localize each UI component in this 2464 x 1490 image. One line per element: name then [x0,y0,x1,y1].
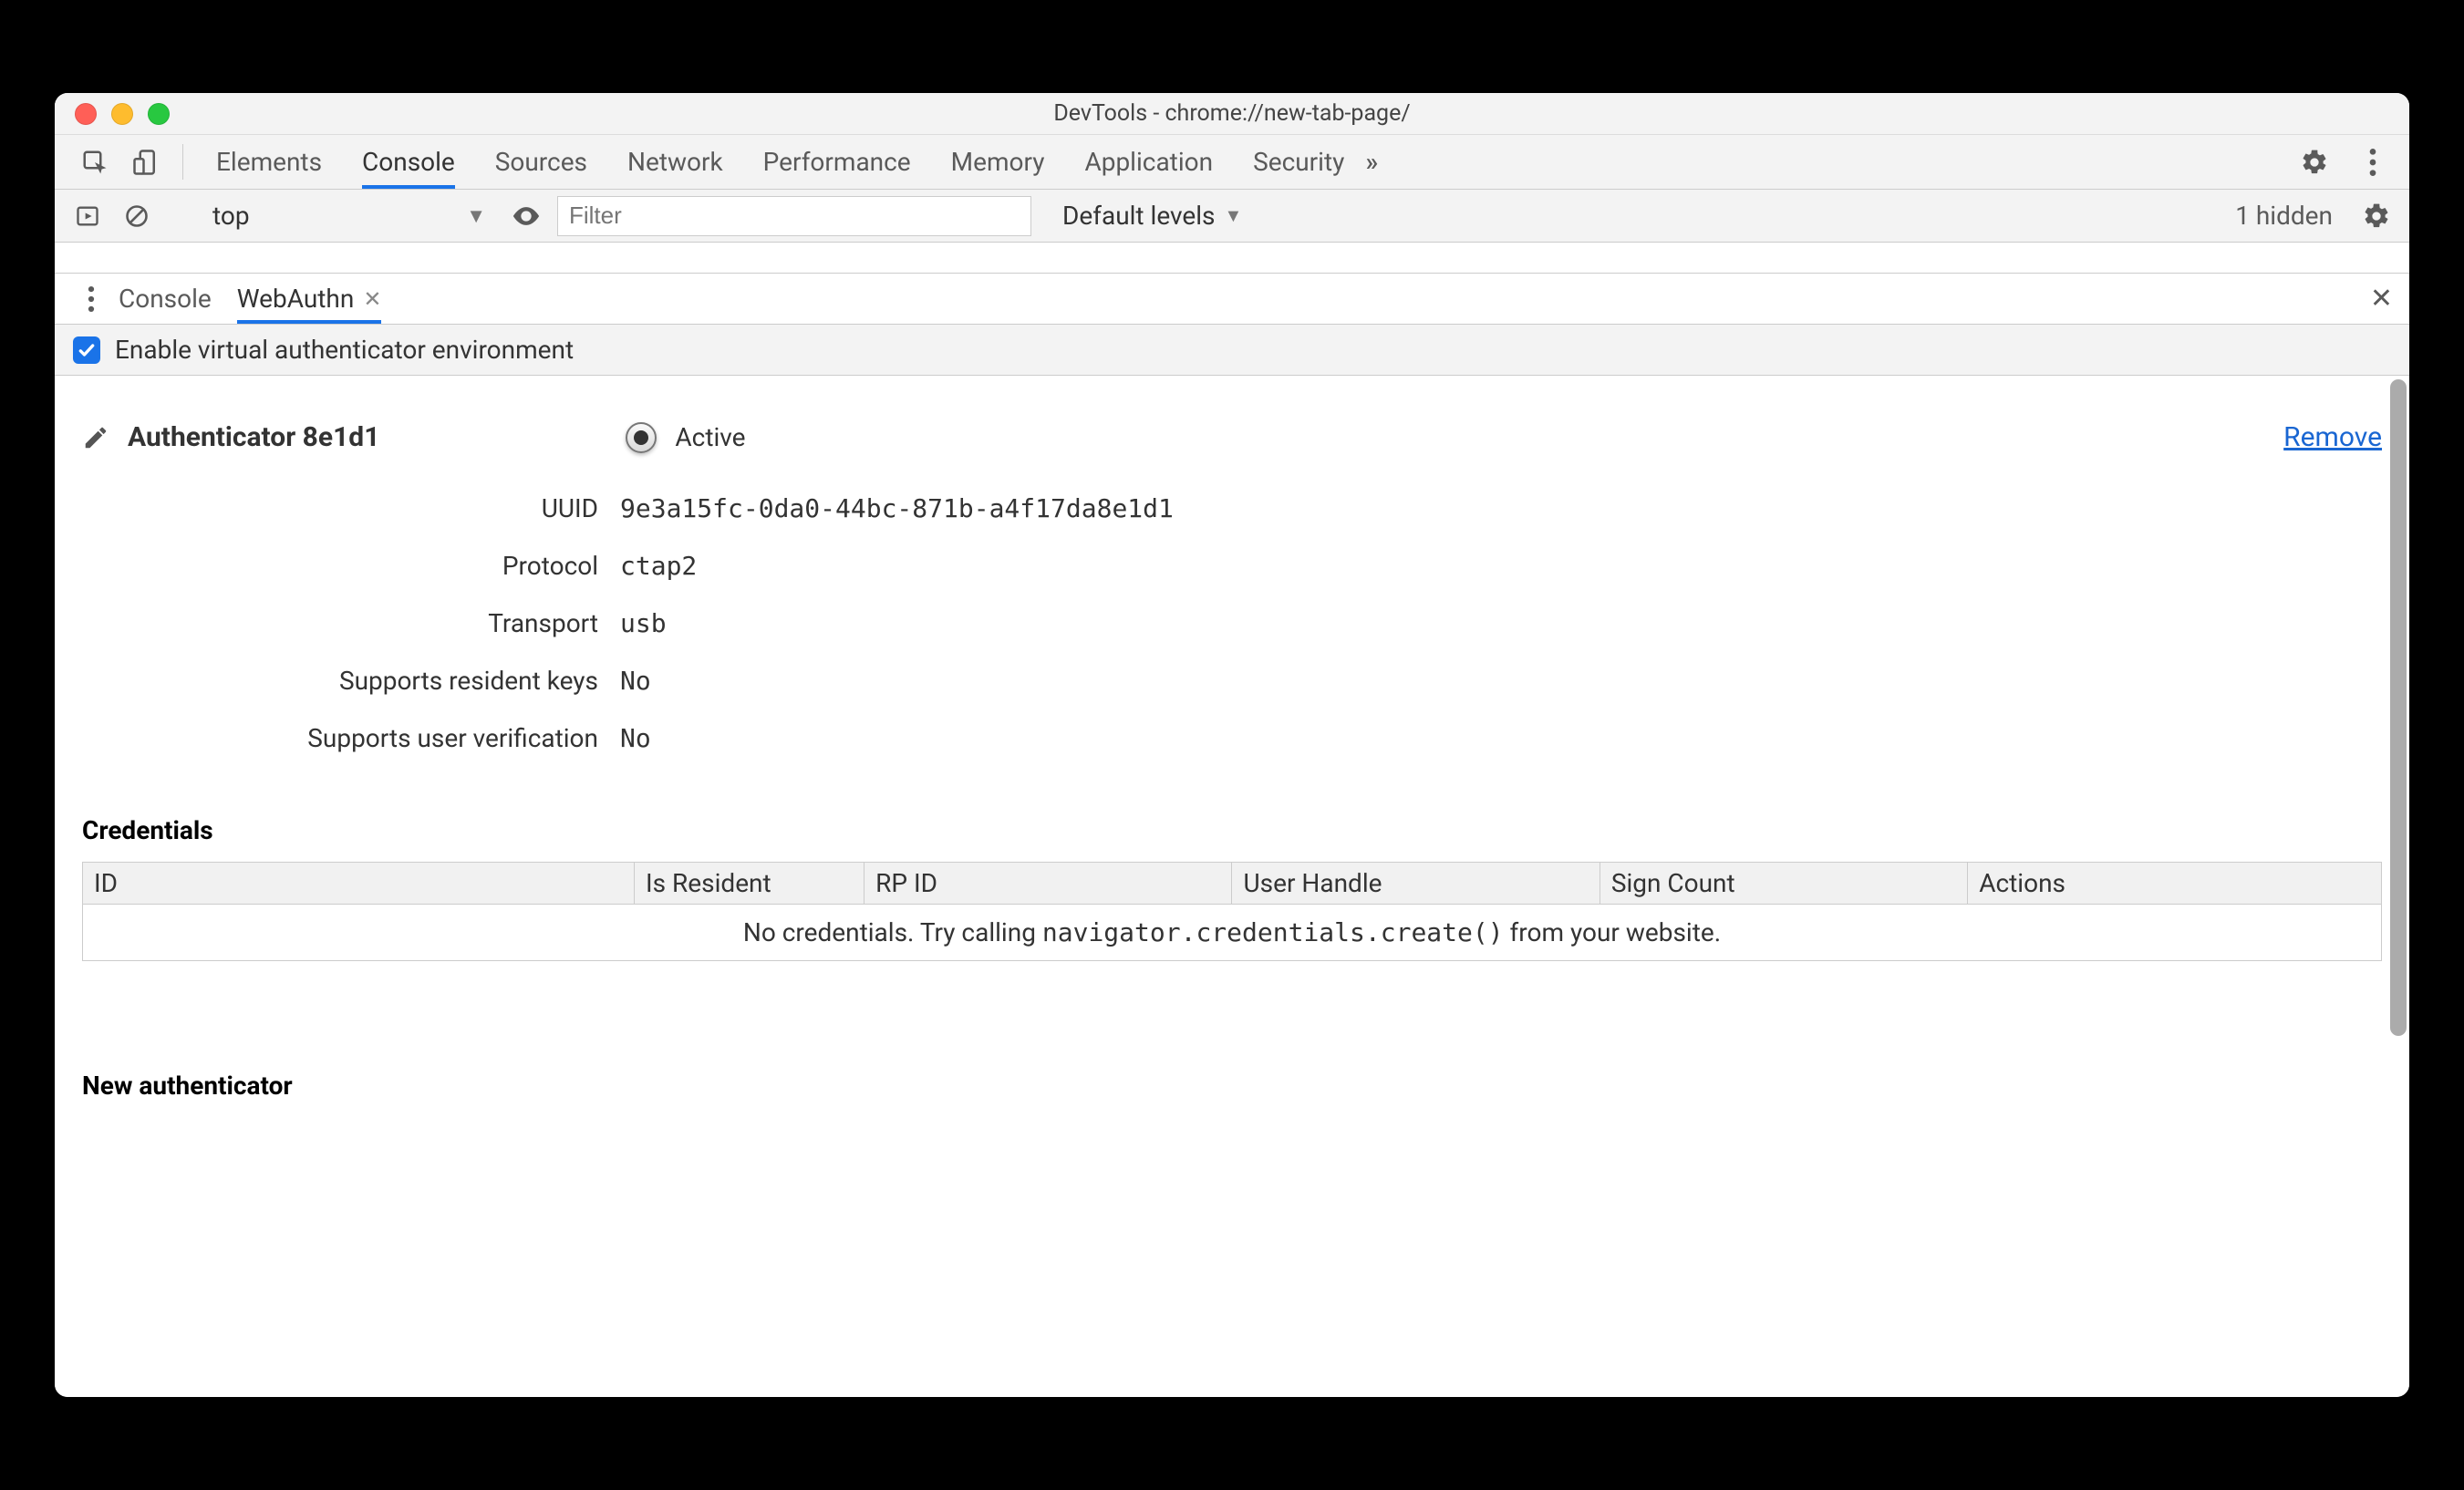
window-title: DevTools - chrome://new-tab-page/ [55,100,2409,127]
drawer-kebab-menu-icon[interactable] [69,274,113,324]
tab-network[interactable]: Network [627,135,723,189]
authenticator-header: Authenticator 8e1d1 Active Remove [82,421,2382,453]
detail-label-uuid: UUID [82,493,620,523]
clear-console-icon[interactable] [119,198,155,234]
tab-performance[interactable]: Performance [763,135,911,189]
credentials-col-resident[interactable]: Is Resident [635,863,864,905]
credentials-col-rpid[interactable]: RP ID [864,863,1232,905]
close-window-button[interactable] [75,103,97,125]
detail-value-uuid: 9e3a15fc-0da0-44bc-871b-a4f17da8e1d1 [620,493,2382,523]
detail-label-resident-keys: Supports resident keys [82,666,620,696]
detail-value-user-verification: No [620,723,2382,753]
tab-security[interactable]: Security [1253,135,1344,189]
tab-sources[interactable]: Sources [495,135,587,189]
credentials-col-userhandle[interactable]: User Handle [1232,863,1600,905]
drawer-close-icon[interactable]: ✕ [2370,274,2393,324]
device-toolbar-icon[interactable] [120,135,171,189]
main-toolbar: Elements Console Sources Network Perform… [55,135,2409,190]
close-tab-icon[interactable]: ✕ [363,286,381,312]
tab-memory[interactable]: Memory [951,135,1045,189]
execution-context-value: top [212,201,250,231]
webauthn-panel-content[interactable]: Authenticator 8e1d1 Active Remove UUID 9… [55,376,2409,1397]
authenticator-details: UUID 9e3a15fc-0da0-44bc-871b-a4f17da8e1d… [82,493,2382,753]
main-tab-list: Elements Console Sources Network Perform… [216,135,1344,189]
drawer-tab-label: Console [119,284,212,314]
credentials-empty-row: No credentials. Try calling navigator.cr… [83,905,2382,961]
console-sidebar-toggle-icon[interactable] [69,198,106,234]
tab-application[interactable]: Application [1084,135,1213,189]
credentials-table: ID Is Resident RP ID User Handle Sign Co… [82,862,2382,961]
log-levels-select[interactable]: Default levels ▼ [1062,201,1242,231]
dropdown-caret-icon: ▼ [1225,204,1243,227]
drawer-tabbar: Console WebAuthn ✕ ✕ [55,274,2409,325]
edit-authenticator-name-icon[interactable] [82,424,109,451]
remove-authenticator-link[interactable]: Remove [2283,421,2382,453]
scrollbar[interactable] [2390,379,2407,1036]
new-authenticator-section-title: New authenticator [82,1071,2382,1101]
console-settings-gear-icon[interactable] [2358,198,2395,234]
detail-value-protocol: ctap2 [620,551,2382,581]
enable-virtual-authenticator-label: Enable virtual authenticator environment [115,335,574,365]
authenticator-title: Authenticator 8e1d1 [128,421,379,453]
log-levels-label: Default levels [1062,201,1216,231]
detail-label-user-verification: Supports user verification [82,723,620,753]
credentials-header-row: ID Is Resident RP ID User Handle Sign Co… [83,863,2382,905]
credentials-col-actions[interactable]: Actions [1968,863,2382,905]
kebab-menu-icon[interactable] [2355,144,2391,181]
window-titlebar: DevTools - chrome://new-tab-page/ [55,93,2409,135]
hidden-messages-count[interactable]: 1 hidden [2235,201,2333,231]
separator [182,144,183,180]
authenticator-active-label: Active [675,422,745,452]
minimize-window-button[interactable] [111,103,133,125]
console-body-gap [55,243,2409,274]
console-toolbar: top ▼ Default levels ▼ 1 hidden [55,190,2409,243]
credentials-empty-prefix: No credentials. Try calling [743,917,1042,947]
tab-console[interactable]: Console [362,135,455,189]
settings-gear-icon[interactable] [2296,144,2333,181]
tab-elements[interactable]: Elements [216,135,322,189]
credentials-empty-suffix: from your website. [1504,917,1722,947]
inspect-element-icon[interactable] [69,135,120,189]
enable-virtual-authenticator-checkbox[interactable] [73,336,100,364]
authenticator-active-radio[interactable] [626,422,657,453]
execution-context-select[interactable]: top ▼ [203,196,495,236]
detail-label-protocol: Protocol [82,551,620,581]
more-tabs-icon[interactable]: » [1344,135,1399,189]
detail-value-resident-keys: No [620,666,2382,696]
drawer-tab-webauthn[interactable]: WebAuthn ✕ [237,274,382,324]
detail-label-transport: Transport [82,608,620,638]
dropdown-caret-icon: ▼ [466,204,486,228]
maximize-window-button[interactable] [148,103,170,125]
drawer-tab-label: WebAuthn [237,284,355,314]
drawer-tab-console[interactable]: Console [119,274,212,324]
credentials-col-id[interactable]: ID [83,863,635,905]
credentials-col-signcount[interactable]: Sign Count [1600,863,1967,905]
enable-virtual-authenticator-row: Enable virtual authenticator environment [55,325,2409,376]
live-expression-icon[interactable] [508,198,544,234]
devtools-window: DevTools - chrome://new-tab-page/ Elemen… [55,93,2409,1397]
credentials-section-title: Credentials [82,815,2382,845]
console-filter-input[interactable] [557,196,1031,236]
credentials-empty-code: navigator.credentials.create() [1042,917,1504,947]
detail-value-transport: usb [620,608,2382,638]
traffic-lights [75,103,170,125]
